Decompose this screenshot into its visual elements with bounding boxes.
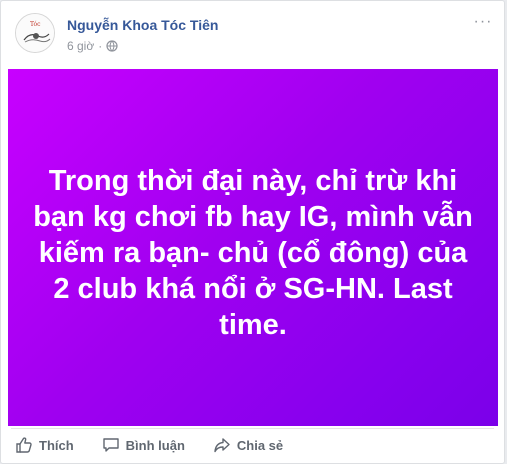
- avatar-image: Tóc: [16, 14, 54, 52]
- share-arrow-icon: [214, 438, 230, 453]
- share-label: Chia sẻ: [236, 437, 284, 453]
- author-name[interactable]: Nguyễn Khoa Tóc Tiên: [67, 17, 218, 33]
- post-actions: Thích Bình luận Chia sẻ: [15, 432, 311, 458]
- post-card: Tóc Nguyễn Khoa Tóc Tiên 6 giờ · ··· Tro…: [0, 0, 505, 464]
- avatar[interactable]: Tóc: [15, 13, 55, 53]
- divider: [11, 428, 494, 429]
- comment-button[interactable]: Bình luận: [102, 436, 185, 454]
- post-background: Trong thời đại này, chỉ trừ khi bạn kg c…: [8, 69, 498, 426]
- like-button[interactable]: Thích: [15, 436, 74, 454]
- post-header: Tóc Nguyễn Khoa Tóc Tiên 6 giờ · ···: [15, 13, 494, 59]
- post-time[interactable]: 6 giờ: [67, 39, 94, 53]
- separator-dot: ·: [98, 39, 103, 53]
- thumbs-up-icon: [16, 437, 32, 453]
- comment-icon: [102, 438, 119, 452]
- svg-text:Tóc: Tóc: [30, 21, 41, 28]
- like-label: Thích: [39, 437, 74, 453]
- more-options-icon[interactable]: ···: [472, 13, 494, 31]
- globe-icon[interactable]: [106, 40, 118, 52]
- post-text: Trong thời đại này, chỉ trừ khi bạn kg c…: [33, 164, 473, 341]
- post-meta: 6 giờ ·: [67, 39, 118, 53]
- comment-label: Bình luận: [125, 437, 185, 453]
- share-button[interactable]: Chia sẻ: [213, 436, 283, 454]
